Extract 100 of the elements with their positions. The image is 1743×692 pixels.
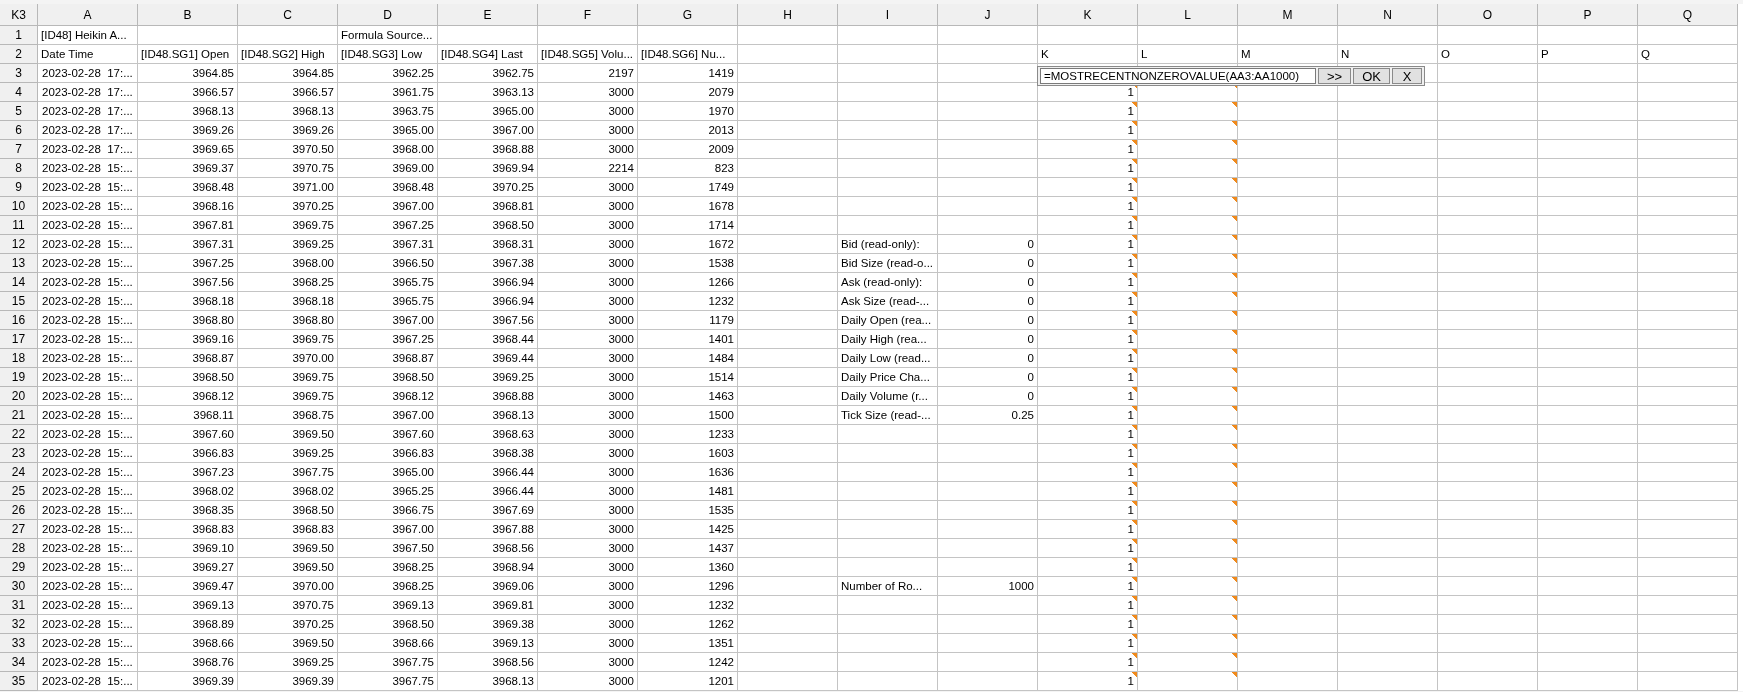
table-cell[interactable]: 3965.75 — [338, 273, 438, 292]
table-cell[interactable]: L — [1138, 45, 1238, 64]
row-header[interactable]: 34 — [0, 653, 38, 672]
table-cell[interactable]: 3969.50 — [238, 539, 338, 558]
table-cell[interactable] — [1238, 197, 1338, 216]
table-cell[interactable]: Daily High (rea... — [838, 330, 938, 349]
table-cell[interactable]: Q — [1638, 45, 1738, 64]
table-cell[interactable]: 3968.50 — [338, 615, 438, 634]
table-cell[interactable]: 3968.13 — [438, 672, 538, 691]
table-cell[interactable] — [738, 349, 838, 368]
table-cell[interactable] — [1538, 558, 1638, 577]
table-cell[interactable]: 3969.50 — [238, 558, 338, 577]
table-cell[interactable]: 1484 — [638, 349, 738, 368]
table-cell[interactable] — [1538, 577, 1638, 596]
column-header[interactable]: H — [738, 4, 838, 26]
table-cell[interactable]: 3969.44 — [438, 349, 538, 368]
table-cell[interactable] — [538, 26, 638, 45]
table-cell[interactable]: 3966.44 — [438, 482, 538, 501]
table-cell[interactable]: 1514 — [638, 368, 738, 387]
table-cell[interactable] — [938, 45, 1038, 64]
table-cell[interactable] — [1538, 216, 1638, 235]
table-cell[interactable] — [738, 444, 838, 463]
row-header[interactable]: 35 — [0, 672, 38, 691]
table-cell[interactable] — [738, 539, 838, 558]
table-cell[interactable] — [938, 121, 1038, 140]
table-cell[interactable] — [1238, 596, 1338, 615]
table-cell[interactable]: 0 — [938, 311, 1038, 330]
table-cell[interactable] — [938, 463, 1038, 482]
table-cell[interactable]: 3000 — [538, 254, 638, 273]
table-cell[interactable]: 3969.25 — [238, 444, 338, 463]
table-cell[interactable] — [1138, 273, 1238, 292]
table-cell[interactable]: 2023-02-28 15:... — [38, 653, 138, 672]
table-cell[interactable] — [938, 102, 1038, 121]
table-cell[interactable] — [1138, 672, 1238, 691]
table-cell[interactable] — [1538, 83, 1638, 102]
table-cell[interactable]: Formula Source... — [338, 26, 438, 45]
table-cell[interactable]: 1 — [1038, 444, 1138, 463]
table-cell[interactable]: 3000 — [538, 520, 638, 539]
table-cell[interactable] — [1438, 159, 1538, 178]
row-header[interactable]: 2 — [0, 45, 38, 64]
table-cell[interactable] — [1638, 349, 1738, 368]
table-cell[interactable]: 0 — [938, 368, 1038, 387]
table-cell[interactable] — [938, 615, 1038, 634]
table-cell[interactable]: 3000 — [538, 425, 638, 444]
table-cell[interactable]: 3968.66 — [338, 634, 438, 653]
table-cell[interactable] — [1338, 140, 1438, 159]
table-cell[interactable]: 3971.00 — [238, 178, 338, 197]
table-cell[interactable] — [1438, 539, 1538, 558]
table-cell[interactable] — [738, 482, 838, 501]
table-cell[interactable]: 3966.44 — [438, 463, 538, 482]
table-cell[interactable]: 1538 — [638, 254, 738, 273]
table-cell[interactable]: 3968.50 — [438, 216, 538, 235]
table-cell[interactable] — [1538, 406, 1638, 425]
table-cell[interactable] — [1538, 520, 1638, 539]
table-cell[interactable] — [838, 596, 938, 615]
table-cell[interactable]: 3969.75 — [238, 216, 338, 235]
table-cell[interactable] — [838, 140, 938, 159]
table-cell[interactable]: 3968.94 — [438, 558, 538, 577]
table-cell[interactable]: 1233 — [638, 425, 738, 444]
column-header[interactable]: F — [538, 4, 638, 26]
table-cell[interactable] — [1138, 121, 1238, 140]
table-cell[interactable]: 1437 — [638, 539, 738, 558]
table-cell[interactable]: Bid (read-only): — [838, 235, 938, 254]
table-cell[interactable]: 3968.25 — [338, 558, 438, 577]
table-cell[interactable]: 1 — [1038, 159, 1138, 178]
table-cell[interactable] — [938, 672, 1038, 691]
table-cell[interactable]: 3968.89 — [138, 615, 238, 634]
table-cell[interactable]: 2023-02-28 15:... — [38, 444, 138, 463]
table-cell[interactable]: 1201 — [638, 672, 738, 691]
table-cell[interactable]: 2023-02-28 15:... — [38, 539, 138, 558]
table-cell[interactable] — [1438, 26, 1538, 45]
table-cell[interactable]: 2023-02-28 17:... — [38, 121, 138, 140]
table-cell[interactable]: 3968.18 — [238, 292, 338, 311]
table-cell[interactable]: 3000 — [538, 577, 638, 596]
table-cell[interactable] — [1138, 577, 1238, 596]
table-cell[interactable] — [1438, 501, 1538, 520]
table-cell[interactable]: 3969.50 — [238, 634, 338, 653]
table-cell[interactable]: 1463 — [638, 387, 738, 406]
table-cell[interactable] — [1638, 539, 1738, 558]
table-cell[interactable]: 2079 — [638, 83, 738, 102]
table-cell[interactable]: 3967.50 — [338, 539, 438, 558]
table-cell[interactable]: 3969.81 — [438, 596, 538, 615]
table-cell[interactable] — [1238, 406, 1338, 425]
table-cell[interactable] — [1538, 539, 1638, 558]
table-cell[interactable] — [1638, 596, 1738, 615]
table-cell[interactable]: [ID48.SG1] Open — [138, 45, 238, 64]
table-cell[interactable] — [738, 387, 838, 406]
table-cell[interactable] — [838, 83, 938, 102]
table-cell[interactable] — [1538, 501, 1638, 520]
table-cell[interactable] — [1438, 615, 1538, 634]
table-cell[interactable] — [1638, 102, 1738, 121]
table-cell[interactable] — [1338, 463, 1438, 482]
table-cell[interactable] — [838, 178, 938, 197]
table-cell[interactable] — [1038, 26, 1138, 45]
table-cell[interactable] — [738, 121, 838, 140]
table-cell[interactable]: 3968.56 — [438, 539, 538, 558]
row-header[interactable]: 33 — [0, 634, 38, 653]
table-cell[interactable]: 3968.87 — [138, 349, 238, 368]
table-cell[interactable] — [1238, 349, 1338, 368]
table-cell[interactable]: 0 — [938, 273, 1038, 292]
